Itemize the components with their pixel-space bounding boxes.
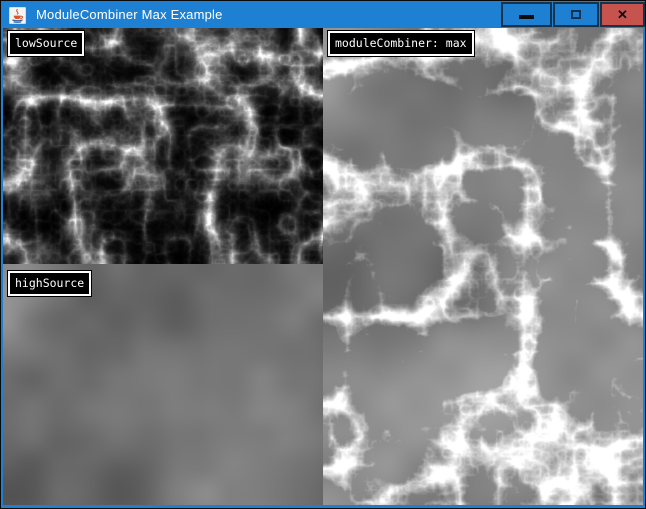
close-button[interactable]: ✕ <box>600 2 645 27</box>
window-controls: ✕ <box>501 2 645 28</box>
panel-module-combiner: moduleCombiner: max <box>323 28 643 505</box>
module-combiner-noise-image <box>323 28 643 505</box>
close-icon: ✕ <box>617 8 628 21</box>
maximize-button[interactable] <box>553 2 599 27</box>
content-area: lowSource moduleCombiner: max highSource <box>3 28 643 505</box>
maximize-icon <box>571 10 581 19</box>
minimize-button[interactable] <box>501 2 552 27</box>
low-source-label: lowSource <box>8 31 84 56</box>
titlebar[interactable]: ModuleCombiner Max Example ✕ <box>1 1 645 28</box>
panel-low-source: lowSource <box>3 28 323 264</box>
high-source-label: highSource <box>8 271 91 296</box>
window-title: ModuleCombiner Max Example <box>36 7 223 22</box>
java-app-icon <box>9 7 26 24</box>
module-combiner-label: moduleCombiner: max <box>328 31 474 56</box>
app-window: ModuleCombiner Max Example ✕ lowSource m… <box>0 0 646 509</box>
minimize-icon <box>519 15 534 19</box>
high-source-noise-image <box>3 264 323 505</box>
panel-high-source: highSource <box>3 264 323 505</box>
low-source-noise-image <box>3 28 323 264</box>
